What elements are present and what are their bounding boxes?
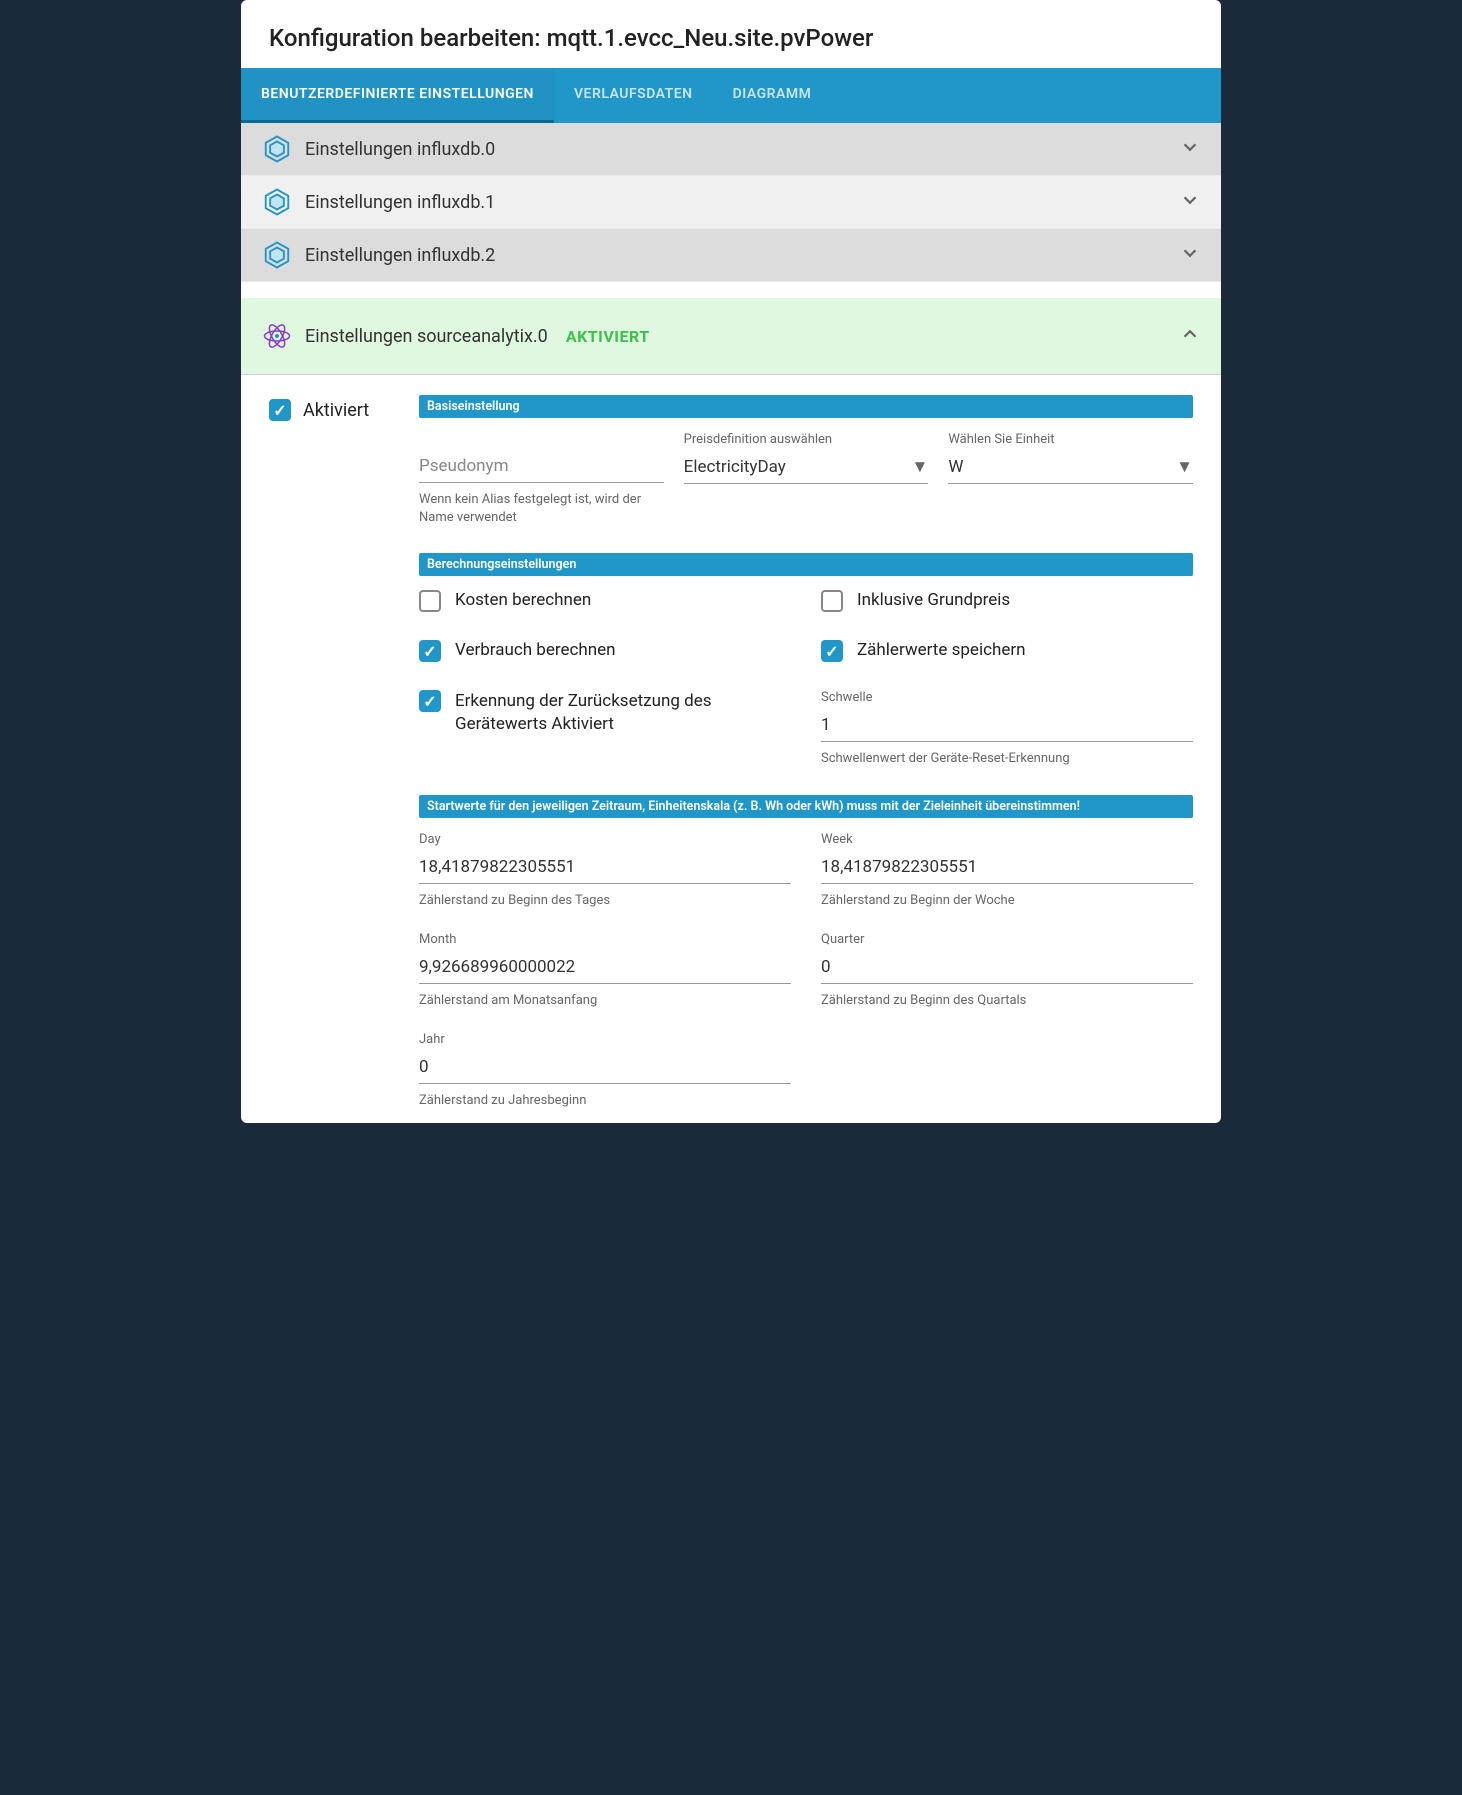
quarter-field: Quarter 0 Zählerstand zu Beginn des Quar… [821, 932, 1193, 1010]
year-label: Jahr [419, 1032, 791, 1047]
panel-title: Einstellungen influxdb.2 [305, 245, 495, 266]
influxdb-icon [261, 133, 293, 165]
month-value: 9,926689960000022 [419, 957, 575, 977]
unit-select[interactable]: W ▼ [948, 451, 1193, 484]
year-field: Jahr 0 Zählerstand zu Jahresbeginn [419, 1032, 791, 1110]
schwelle-label: Schwelle [821, 690, 1193, 705]
tab-user-settings[interactable]: BENUTZERDEFINIERTE EINSTELLUNGEN [241, 68, 554, 123]
chevron-down-icon [1179, 189, 1201, 215]
grundpreis-row: Inklusive Grundpreis [821, 590, 1193, 612]
quarter-help: Zählerstand zu Beginn des Quartals [821, 992, 1193, 1010]
panel-title: Einstellungen influxdb.0 [305, 139, 495, 160]
influxdb-icon [261, 186, 293, 218]
panel-content: Aktiviert Basiseinstellung Pseudonym Wen… [241, 375, 1221, 1123]
quarter-value: 0 [821, 957, 831, 977]
unit-field: Wählen Sie Einheit W ▼ [948, 432, 1193, 527]
panel-title: Einstellungen influxdb.1 [305, 192, 495, 213]
dropdown-arrow-icon: ▼ [912, 457, 929, 477]
calc-grid: Kosten berechnen Inklusive Grundpreis Ve… [419, 590, 1193, 768]
schwelle-value: 1 [821, 715, 831, 735]
panel-sourceanalytix[interactable]: Einstellungen sourceanalytix.0 AKTIVIERT [241, 298, 1221, 375]
kosten-label: Kosten berechnen [455, 590, 591, 610]
day-label: Day [419, 832, 791, 847]
price-field: Preisdefinition auswählen ElectricityDay… [684, 432, 929, 527]
panel-influxdb2[interactable]: Einstellungen influxdb.2 [241, 229, 1221, 282]
chevron-up-icon [1179, 323, 1201, 349]
verbrauch-checkbox[interactable] [419, 640, 441, 662]
config-dialog: Konfiguration bearbeiten: mqtt.1.evcc_Ne… [241, 0, 1221, 1123]
week-value: 18,41879822305551 [821, 857, 977, 877]
activated-row: Aktiviert [269, 399, 419, 421]
chevron-down-icon [1179, 242, 1201, 268]
schwelle-field: Schwelle 1 Schwellenwert der Geräte-Rese… [821, 690, 1193, 768]
dialog-body: Einstellungen influxdb.0 Einstellungen i… [241, 123, 1221, 1123]
zaehler-speichern-label: Zählerwerte speichern [857, 640, 1026, 660]
tab-history[interactable]: VERLAUFSDATEN [554, 68, 713, 123]
day-value: 18,41879822305551 [419, 857, 575, 877]
grundpreis-checkbox[interactable] [821, 590, 843, 612]
verbrauch-label: Verbrauch berechnen [455, 640, 616, 660]
tabs: BENUTZERDEFINIERTE EINSTELLUNGEN VERLAUF… [241, 68, 1221, 123]
section-start-header: Startwerte für den jeweiligen Zeitraum, … [419, 795, 1193, 818]
dropdown-arrow-icon: ▼ [1176, 457, 1193, 477]
panel-title: Einstellungen sourceanalytix.0 [305, 326, 548, 347]
chevron-down-icon [1179, 136, 1201, 162]
right-column: Basiseinstellung Pseudonym Wenn kein Ali… [419, 395, 1193, 1110]
unit-value: W [948, 457, 963, 477]
start-grid: Day 18,41879822305551 Zählerstand zu Beg… [419, 832, 1193, 1111]
reset-detect-checkbox[interactable] [419, 690, 441, 712]
grundpreis-label: Inklusive Grundpreis [857, 590, 1010, 610]
sourceanalytix-icon [261, 320, 293, 352]
tab-chart[interactable]: DIAGRAMM [713, 68, 832, 123]
price-label: Preisdefinition auswählen [684, 432, 929, 447]
dialog-title: Konfiguration bearbeiten: mqtt.1.evcc_Ne… [269, 24, 1193, 52]
panel-influxdb1[interactable]: Einstellungen influxdb.1 [241, 176, 1221, 229]
day-input[interactable]: 18,41879822305551 [419, 851, 791, 884]
month-help: Zählerstand am Monatsanfang [419, 992, 791, 1010]
week-help: Zählerstand zu Beginn der Woche [821, 892, 1193, 910]
zaehler-speichern-checkbox[interactable] [821, 640, 843, 662]
activated-checkbox[interactable] [269, 399, 291, 421]
week-input[interactable]: 18,41879822305551 [821, 851, 1193, 884]
activated-label: Aktiviert [303, 400, 369, 421]
month-field: Month 9,926689960000022 Zählerstand am M… [419, 932, 791, 1010]
year-help: Zählerstand zu Jahresbeginn [419, 1092, 791, 1110]
verbrauch-row: Verbrauch berechnen [419, 640, 791, 662]
section-calc-header: Berechnungseinstellungen [419, 553, 1193, 576]
influxdb-icon [261, 239, 293, 271]
year-value: 0 [419, 1057, 429, 1077]
zaehler-speichern-row: Zählerwerte speichern [821, 640, 1193, 662]
kosten-checkbox[interactable] [419, 590, 441, 612]
month-input[interactable]: 9,926689960000022 [419, 951, 791, 984]
day-help: Zählerstand zu Beginn des Tages [419, 892, 791, 910]
year-input[interactable]: 0 [419, 1051, 791, 1084]
unit-label: Wählen Sie Einheit [948, 432, 1193, 447]
kosten-row: Kosten berechnen [419, 590, 791, 612]
left-column: Aktiviert [269, 395, 419, 1110]
section-base-header: Basiseinstellung [419, 395, 1193, 418]
schwelle-input[interactable]: 1 [821, 709, 1193, 742]
alias-help: Wenn kein Alias festgelegt ist, wird der… [419, 491, 664, 527]
price-value: ElectricityDay [684, 457, 786, 477]
week-field: Week 18,41879822305551 Zählerstand zu Be… [821, 832, 1193, 910]
activated-badge: AKTIVIERT [566, 327, 650, 346]
dialog-header: Konfiguration bearbeiten: mqtt.1.evcc_Ne… [241, 0, 1221, 68]
quarter-label: Quarter [821, 932, 1193, 947]
reset-detect-label: Erkennung der Zurücksetzung des Gerätewe… [455, 690, 791, 736]
base-form: Pseudonym Wenn kein Alias festgelegt ist… [419, 432, 1193, 527]
reset-detect-row: Erkennung der Zurücksetzung des Gerätewe… [419, 690, 791, 768]
alias-field: Pseudonym Wenn kein Alias festgelegt ist… [419, 432, 664, 527]
quarter-input[interactable]: 0 [821, 951, 1193, 984]
alias-input[interactable]: Pseudonym [419, 450, 664, 483]
schwelle-help: Schwellenwert der Geräte-Reset-Erkennung [821, 750, 1193, 768]
panel-influxdb0[interactable]: Einstellungen influxdb.0 [241, 123, 1221, 176]
month-label: Month [419, 932, 791, 947]
week-label: Week [821, 832, 1193, 847]
day-field: Day 18,41879822305551 Zählerstand zu Beg… [419, 832, 791, 910]
price-select[interactable]: ElectricityDay ▼ [684, 451, 929, 484]
